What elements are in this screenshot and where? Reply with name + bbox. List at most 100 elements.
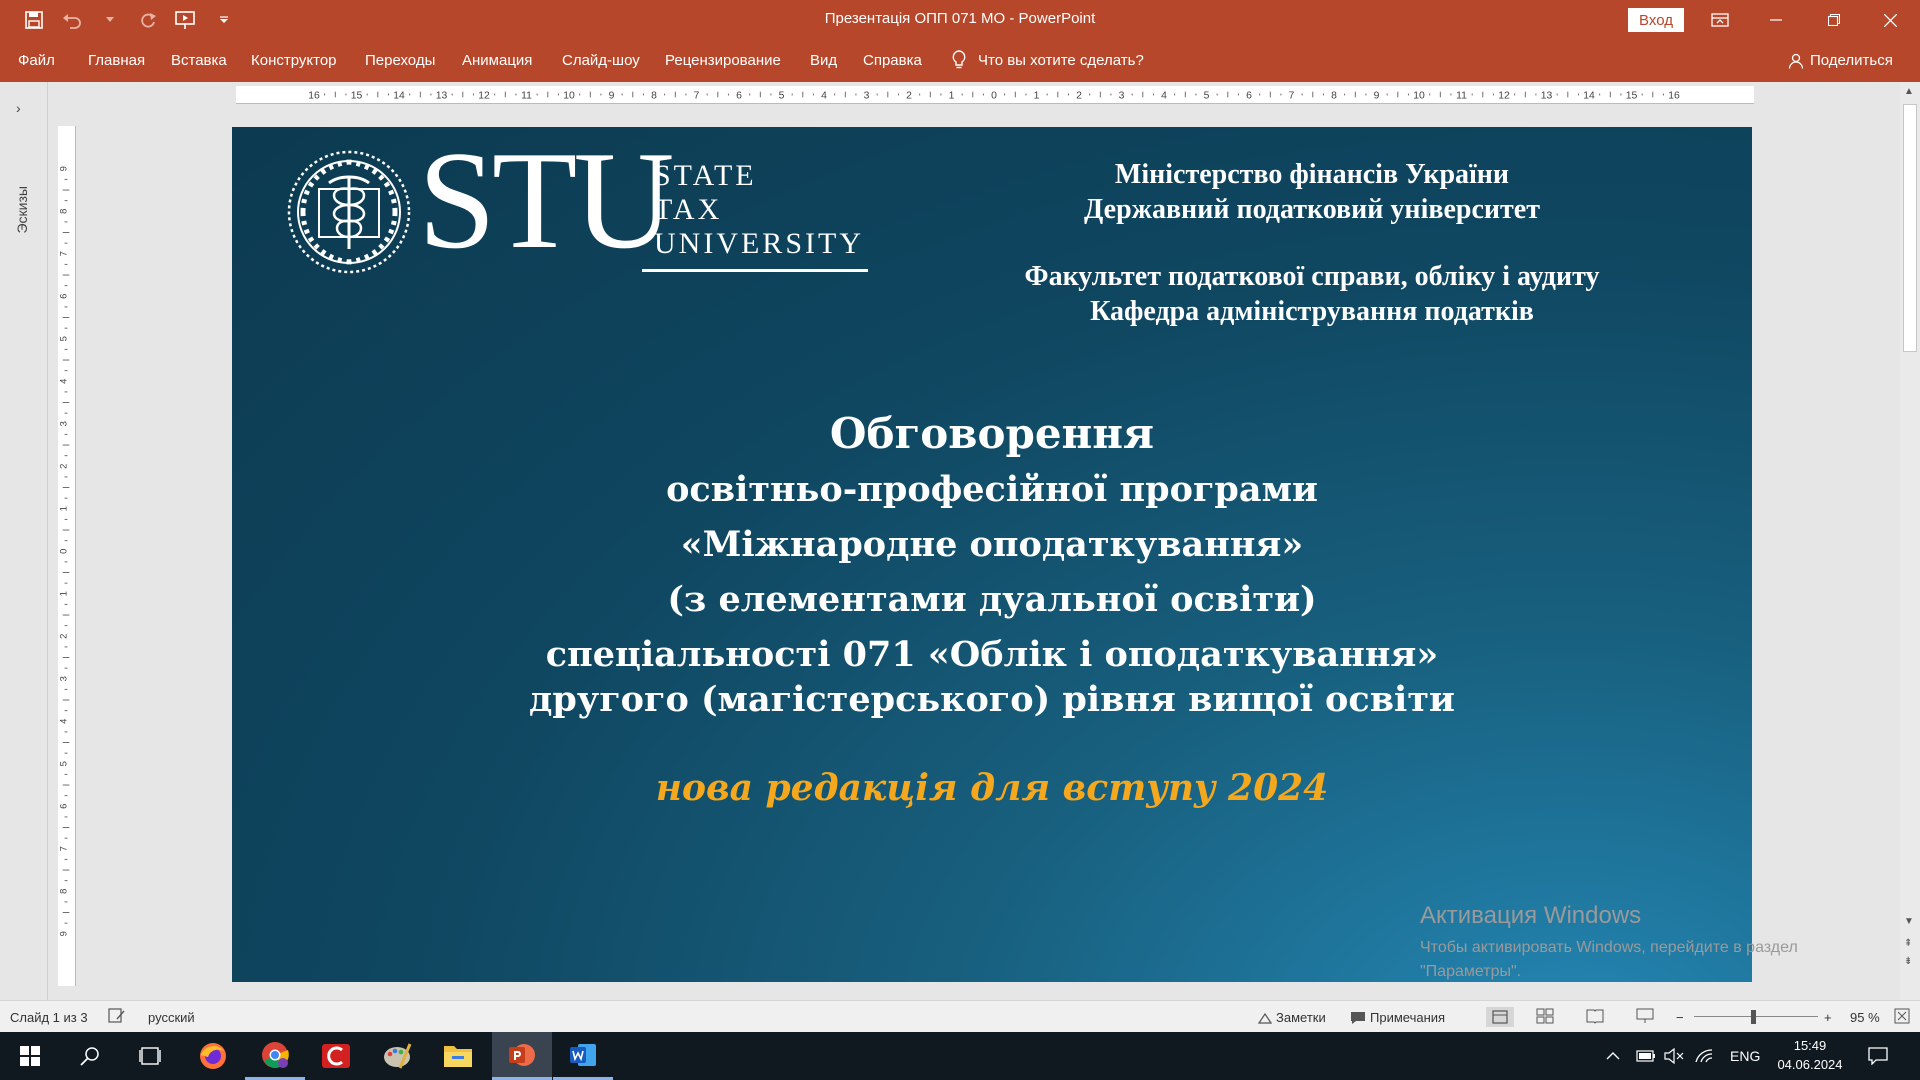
zoom-out-button[interactable]: −	[1676, 1010, 1684, 1025]
zoom-level[interactable]: 95 %	[1850, 1010, 1880, 1025]
taskbar-firefox[interactable]	[183, 1032, 243, 1080]
ruler-label: 14	[393, 90, 405, 101]
zoom-in-button[interactable]: +	[1824, 1010, 1832, 1025]
taskbar-powerpoint[interactable]	[492, 1032, 552, 1080]
slide-canvas[interactable]: STU STATE TAX UNIVERSITY Міністерство фі…	[232, 127, 1752, 982]
normal-view-icon	[1492, 1010, 1508, 1024]
stu-word-university: UNIVERSITY	[654, 227, 864, 260]
ruler-label: 7	[1289, 90, 1295, 101]
share-button[interactable]: Поделиться	[1788, 52, 1893, 69]
ruler-label: 8	[651, 90, 657, 101]
ruler-label: 2	[906, 90, 912, 101]
tell-me-text: Что вы хотите сделать?	[978, 51, 1144, 69]
normal-view-button[interactable]	[1486, 1007, 1514, 1027]
ruler-label: 3	[864, 90, 870, 101]
tab-design[interactable]: Конструктор	[251, 52, 337, 69]
chevron-up-icon	[1606, 1052, 1620, 1060]
stu-underline	[642, 269, 868, 272]
minimize-button[interactable]	[1748, 0, 1804, 40]
ruler-label: 2	[59, 464, 70, 469]
tab-view[interactable]: Вид	[810, 52, 837, 69]
thumbnails-pane: › Эскизы	[0, 82, 48, 1000]
previous-slide-icon[interactable]: ⇞	[1904, 938, 1912, 949]
ruler-label: 2	[1076, 90, 1082, 101]
login-button[interactable]: Вход	[1628, 8, 1684, 32]
vertical-ruler[interactable]: 9 8 7 6 5 4 3 2 1 0 1 2 3 4 5 6 7 8 9	[58, 126, 76, 986]
ruler-label: 7	[694, 90, 700, 101]
ministry-line: Міністерство фінансів України	[1114, 159, 1510, 190]
thumbnails-label[interactable]: Эскизы	[14, 186, 30, 234]
input-language[interactable]: ENG	[1730, 1032, 1760, 1080]
tab-transitions[interactable]: Переходы	[365, 52, 435, 69]
system-clock[interactable]: 15:49 04.06.2024	[1770, 1036, 1850, 1074]
vertical-scrollbar[interactable]: ▲ ▼ ⇞ ⇟	[1900, 82, 1920, 1000]
minimize-icon	[1770, 19, 1782, 21]
ribbon-display-options-button[interactable]	[1692, 0, 1748, 40]
restore-button[interactable]	[1806, 0, 1862, 40]
taskbar-app-red[interactable]	[306, 1032, 366, 1080]
tab-home[interactable]: Главная	[88, 52, 145, 69]
university-seal-logo	[287, 150, 411, 274]
windows-logo-icon	[20, 1046, 40, 1066]
network-indicator[interactable]	[1694, 1032, 1714, 1080]
zoom-slider[interactable]	[1694, 1016, 1818, 1017]
notifications-icon	[1868, 1047, 1888, 1065]
ruler-label: 12	[478, 90, 490, 101]
notes-icon	[1258, 1012, 1272, 1024]
zoom-slider-thumb[interactable]	[1751, 1010, 1756, 1024]
title-bar: Презентація ОПП 071 МО - PowerPoint Вход	[0, 0, 1920, 40]
edition-text: нова редакція для вступу 2024	[655, 767, 1329, 809]
taskbar-paint[interactable]	[367, 1032, 427, 1080]
firefox-icon	[200, 1043, 226, 1069]
ruler-label: 0	[991, 90, 997, 101]
ruler-label: 3	[59, 676, 70, 681]
volume-indicator[interactable]	[1664, 1032, 1684, 1080]
taskbar-file-explorer[interactable]	[428, 1032, 488, 1080]
start-button[interactable]	[0, 1032, 60, 1080]
expand-thumbnails-icon[interactable]: ›	[16, 100, 21, 116]
scroll-down-icon[interactable]: ▼	[1904, 916, 1914, 927]
next-slide-icon[interactable]: ⇟	[1904, 956, 1912, 967]
notes-button[interactable]: Заметки	[1258, 1010, 1326, 1025]
tab-slideshow[interactable]: Слайд-шоу	[562, 52, 640, 69]
task-view-icon	[139, 1047, 161, 1065]
battery-indicator[interactable]	[1636, 1032, 1656, 1080]
ruler-label: 11	[521, 90, 532, 101]
ministry-text: Міністерство фінансів України Державний …	[932, 157, 1692, 227]
activation-line-2: "Параметры".	[1420, 963, 1522, 980]
department-line: Кафедра адміністрування податків	[1090, 296, 1534, 327]
ruler-label: 13	[1541, 90, 1553, 101]
spell-check-icon[interactable]	[108, 1008, 126, 1027]
ruler-label: 1	[1034, 90, 1040, 101]
slideshow-view-icon[interactable]	[1636, 1008, 1654, 1027]
stu-wordmark: STU STATE TAX UNIVERSITY	[418, 131, 868, 272]
tab-animations[interactable]: Анимация	[462, 52, 532, 69]
search-button[interactable]	[60, 1032, 120, 1080]
slide-sorter-view-icon[interactable]	[1536, 1008, 1554, 1027]
horizontal-ruler[interactable]: 16 15 14 13 12 11 10 9 8 7 6 5 4 3 2 1 0 1 2 3 4 5 6 7 8 9 10 11 12 1…	[236, 86, 1754, 104]
taskbar-word[interactable]	[553, 1032, 613, 1080]
tell-me-search[interactable]: Что вы хотите сделать?	[952, 50, 1144, 70]
close-button[interactable]	[1862, 0, 1918, 40]
tab-insert[interactable]: Вставка	[171, 52, 227, 69]
ruler-label: 6	[736, 90, 742, 101]
scrollbar-thumb[interactable]	[1903, 104, 1917, 352]
wifi-icon	[1695, 1049, 1713, 1063]
task-view-button[interactable]	[120, 1032, 180, 1080]
tab-file[interactable]: Файл	[18, 52, 55, 69]
ruler-label: 3	[59, 421, 70, 426]
ruler-label: 15	[351, 90, 363, 101]
tab-review[interactable]: Рецензирование	[665, 52, 781, 69]
comments-button[interactable]: Примечания	[1350, 1010, 1445, 1025]
taskbar-chrome[interactable]	[245, 1032, 305, 1080]
language-indicator[interactable]: русский	[148, 1010, 195, 1025]
show-hidden-icons[interactable]	[1606, 1032, 1620, 1080]
tab-help[interactable]: Справка	[863, 52, 922, 69]
ribbon-tabs: Файл Главная Вставка Конструктор Переход…	[0, 40, 1920, 82]
action-center-button[interactable]	[1868, 1032, 1888, 1080]
fit-slide-icon[interactable]	[1894, 1008, 1910, 1027]
ruler-label: 2	[59, 634, 70, 639]
reading-view-icon[interactable]	[1586, 1008, 1604, 1027]
ruler-label: 9	[1374, 90, 1380, 101]
scroll-up-icon[interactable]: ▲	[1904, 86, 1914, 97]
